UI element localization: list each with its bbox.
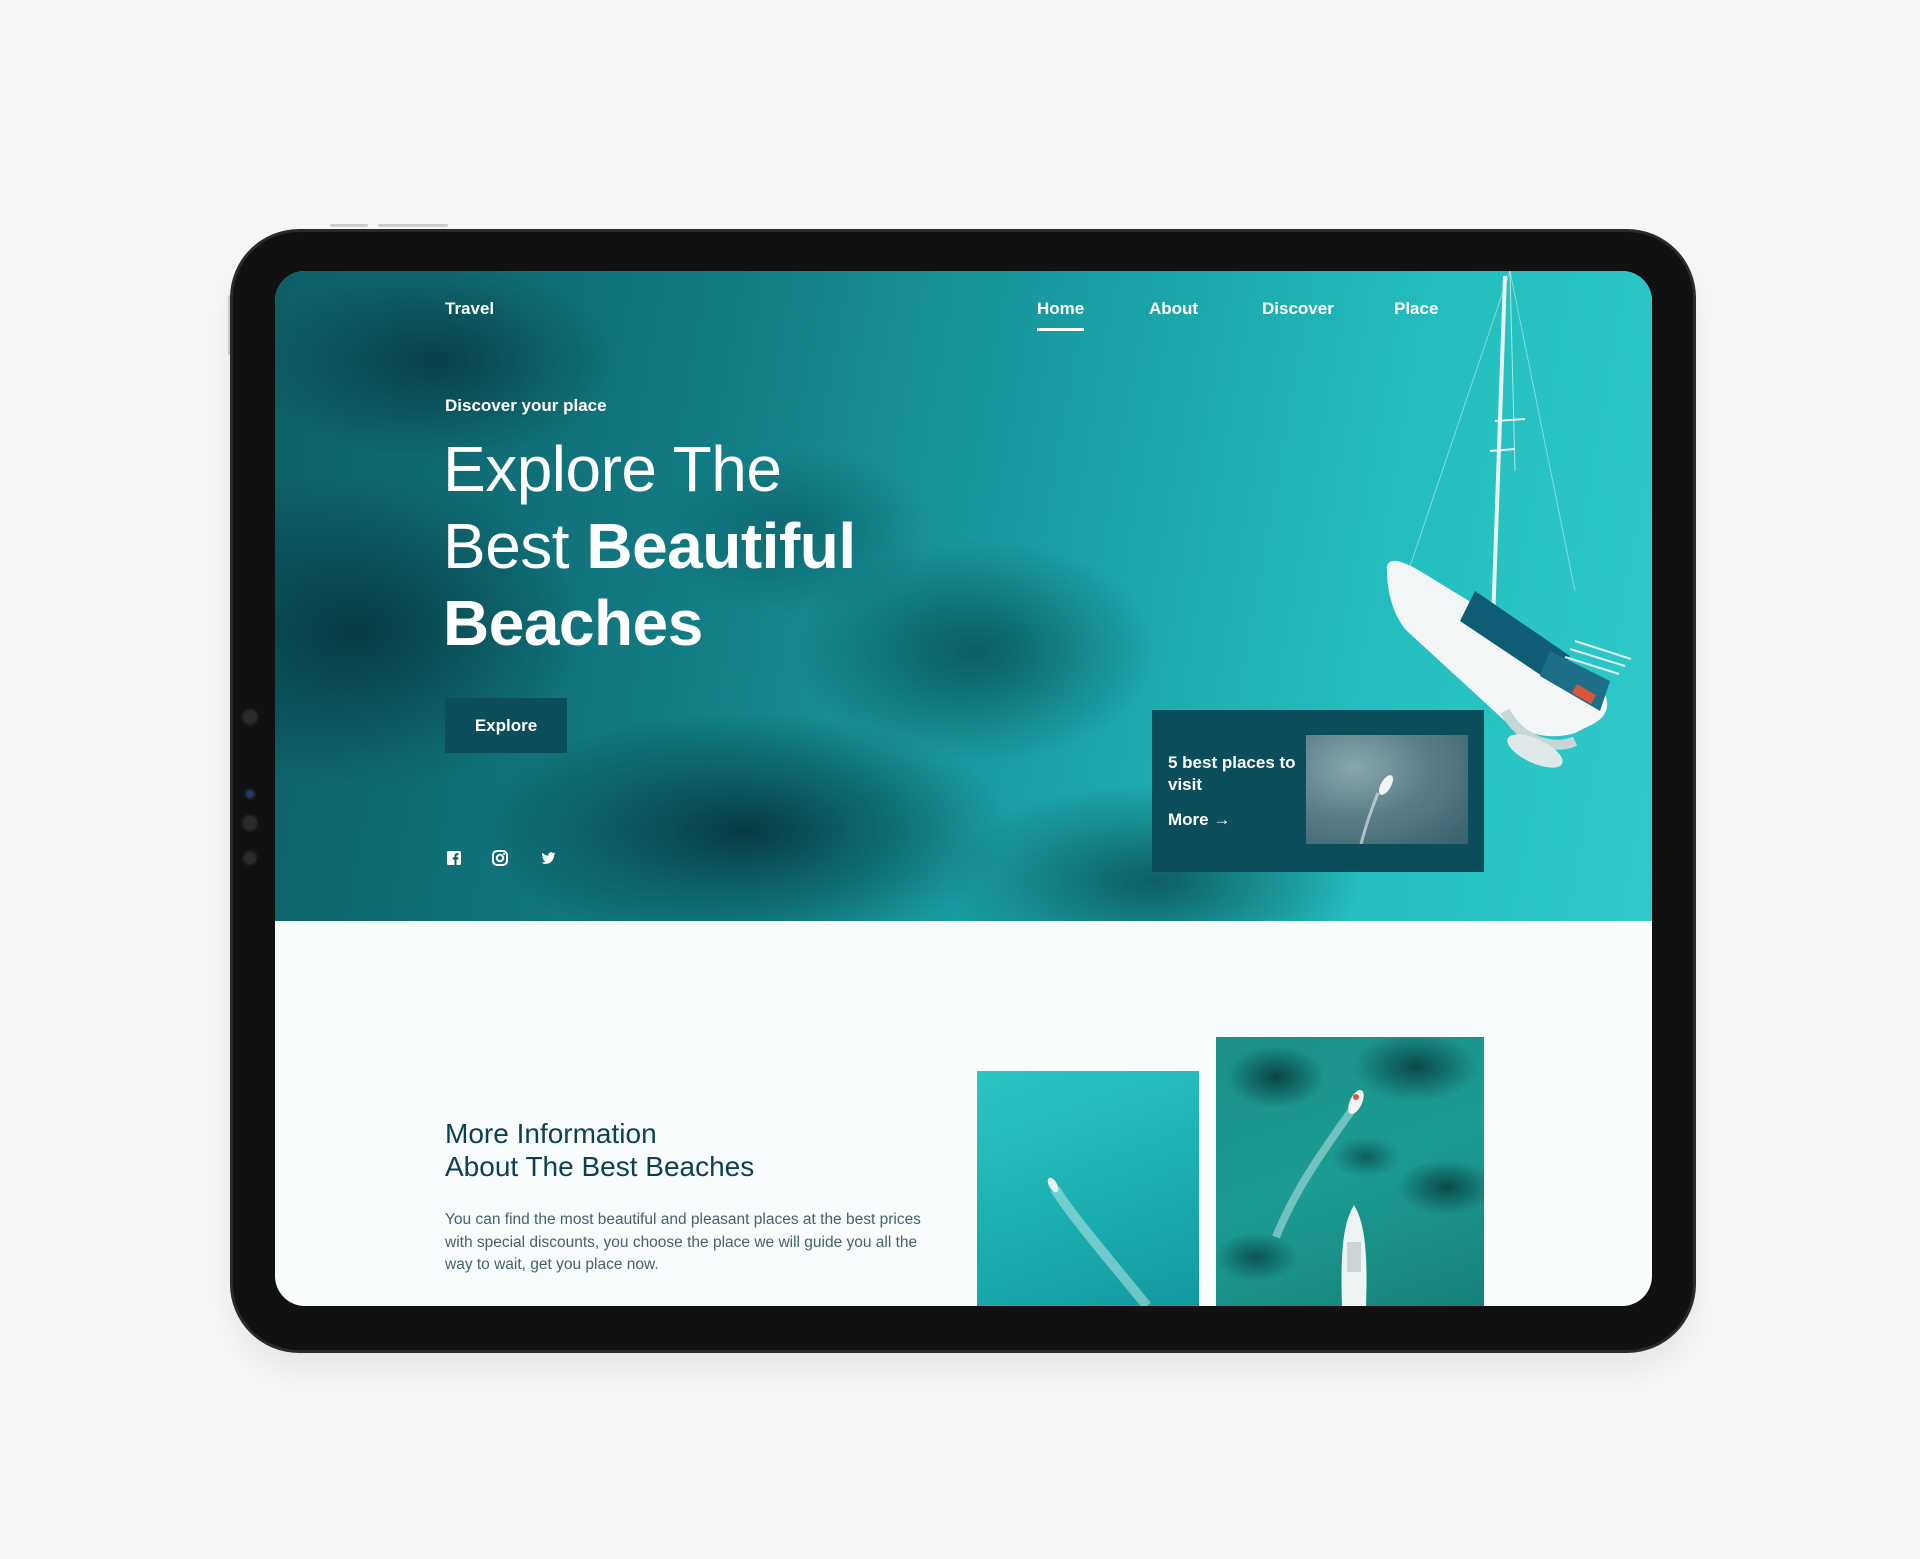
tablet-side-button xyxy=(228,295,231,355)
website-screen: Travel Home About Discover Place Discove… xyxy=(275,271,1652,1306)
instagram-icon[interactable] xyxy=(491,849,509,867)
hero-headline: Explore The Best Beautiful Beaches xyxy=(443,431,856,662)
tablet-volume-button xyxy=(330,224,368,227)
headline-line-3: Beaches xyxy=(443,587,703,659)
facebook-icon[interactable] xyxy=(445,849,463,867)
nav-item-about[interactable]: About xyxy=(1149,299,1198,319)
tablet-sensor-icon xyxy=(244,788,256,800)
twitter-icon[interactable] xyxy=(539,849,557,867)
card-title: 5 best places to visit xyxy=(1168,753,1296,794)
headline-line-2-light: Best xyxy=(443,510,587,582)
hero-section: Travel Home About Discover Place Discove… xyxy=(275,271,1652,921)
site-logo[interactable]: Travel xyxy=(445,299,494,319)
nav-item-discover[interactable]: Discover xyxy=(1262,299,1334,319)
headline-line-1: Explore The xyxy=(443,433,782,505)
featured-places-card[interactable]: 5 best places to visit More → xyxy=(1152,710,1484,872)
tablet-camera-icon xyxy=(242,850,258,866)
card-thumbnail-image xyxy=(1306,735,1468,844)
info-title-line-2: About The Best Beaches xyxy=(445,1151,755,1182)
tablet-camera-icon xyxy=(241,814,259,832)
info-section-body: You can find the most beautiful and plea… xyxy=(445,1211,921,1273)
hero-eyebrow: Discover your place xyxy=(445,396,607,415)
explore-button[interactable]: Explore xyxy=(445,698,567,753)
nav-item-home[interactable]: Home xyxy=(1037,299,1085,331)
yacht-photo xyxy=(1216,1037,1484,1306)
sailboat-image xyxy=(1325,271,1652,771)
tablet-camera-icon xyxy=(241,708,259,726)
headline-line-2-bold: Beautiful xyxy=(586,510,856,582)
card-more-link[interactable]: More → xyxy=(1168,810,1230,830)
info-title-line-1: More Information xyxy=(445,1118,657,1149)
speedboat-photo xyxy=(977,1071,1199,1306)
tablet-power-button xyxy=(378,224,448,227)
info-section-title: More Information About The Best Beaches xyxy=(445,1117,754,1183)
